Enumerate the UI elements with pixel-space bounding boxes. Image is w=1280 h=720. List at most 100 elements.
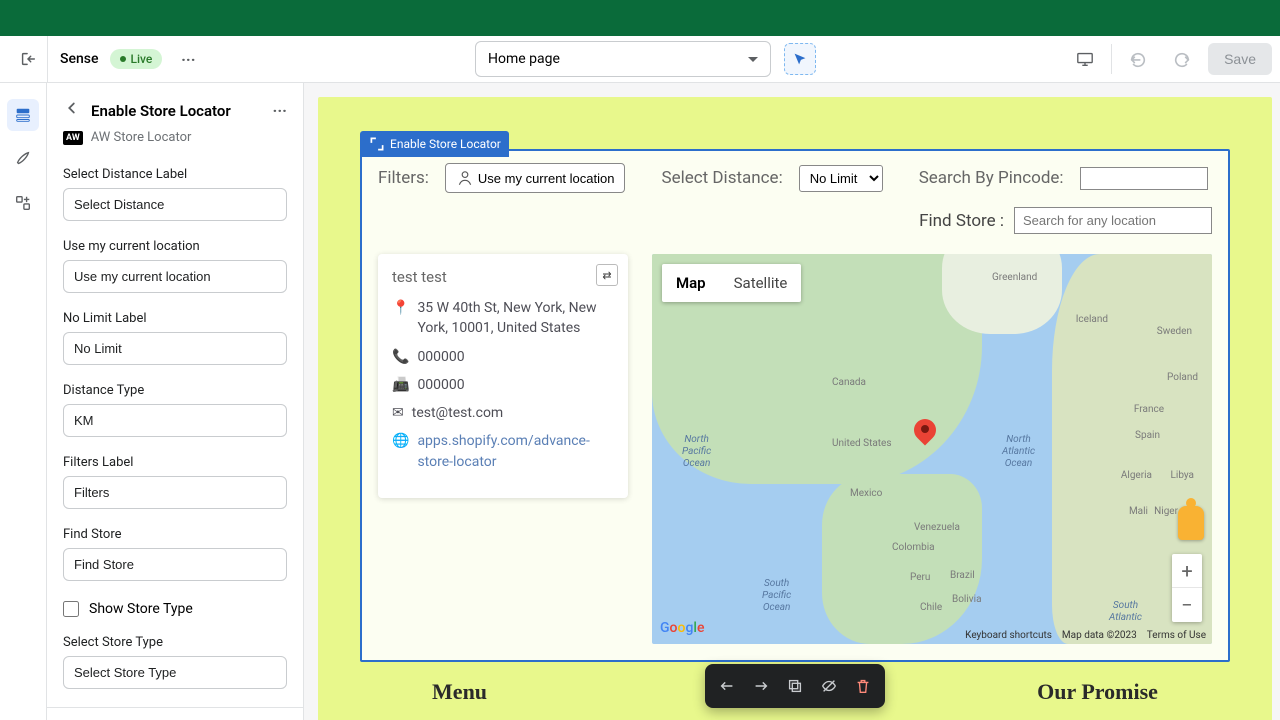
pincode-input[interactable] bbox=[1080, 167, 1208, 190]
redo-icon bbox=[1173, 50, 1191, 68]
store-locator-block[interactable]: Filters: Use my current location Select … bbox=[360, 149, 1230, 662]
input-select-store-type[interactable] bbox=[63, 656, 287, 689]
input-use-location[interactable] bbox=[63, 260, 287, 293]
duplicate-button[interactable] bbox=[779, 670, 811, 702]
find-store-label: Find Store : bbox=[919, 211, 1004, 231]
input-distance-type[interactable] bbox=[63, 404, 287, 437]
map-country-label: Greenland bbox=[992, 272, 1037, 283]
field-label-filters: Filters Label bbox=[63, 455, 287, 470]
map-zoom-in[interactable]: + bbox=[1172, 554, 1202, 588]
move-up-button[interactable] bbox=[711, 670, 743, 702]
cursor-icon bbox=[791, 50, 809, 68]
sidebar-title: Enable Store Locator bbox=[91, 102, 263, 120]
map-attribution: Keyboard shortcuts Map data ©2023 Terms … bbox=[965, 630, 1206, 641]
desktop-view-button[interactable] bbox=[1067, 41, 1103, 77]
map-marker[interactable] bbox=[914, 419, 936, 451]
save-button[interactable]: Save bbox=[1208, 43, 1272, 75]
map-country-label: Iceland bbox=[1076, 314, 1108, 325]
delete-button[interactable] bbox=[847, 670, 879, 702]
map-country-label: Bolivia bbox=[952, 594, 982, 605]
map-ocean-label: SouthAtlantic bbox=[1109, 600, 1142, 624]
map-country-label: Chile bbox=[920, 602, 942, 613]
google-logo: Google bbox=[660, 620, 704, 636]
block-selection-tag[interactable]: Enable Store Locator bbox=[360, 131, 509, 157]
sidebar-more-button[interactable]: ··· bbox=[273, 101, 287, 120]
map-container[interactable]: NorthPacificOcean NorthAtlanticOcean Sou… bbox=[652, 254, 1212, 644]
map-pegman[interactable] bbox=[1178, 506, 1204, 540]
keyboard-shortcuts-link[interactable]: Keyboard shortcuts bbox=[965, 630, 1052, 641]
eye-off-icon bbox=[820, 677, 838, 695]
input-no-limit-label[interactable] bbox=[63, 332, 287, 365]
map-country-label: Peru bbox=[910, 572, 930, 583]
back-button[interactable] bbox=[63, 99, 81, 122]
app-name-row: AW AW Store Locator bbox=[47, 130, 303, 159]
store-fax: 000000 bbox=[417, 375, 464, 395]
store-website-link[interactable]: apps.shopify.com/advance-store-locator bbox=[417, 431, 614, 472]
search-pincode-label: Search By Pincode: bbox=[919, 168, 1064, 188]
apps-icon bbox=[14, 194, 32, 212]
field-label-select-distance: Select Distance Label bbox=[63, 167, 287, 182]
input-filters-label[interactable] bbox=[63, 476, 287, 509]
globe-icon: 🌐 bbox=[392, 431, 409, 472]
expand-icon bbox=[368, 135, 386, 153]
find-store-input[interactable] bbox=[1014, 207, 1212, 234]
undo-button[interactable] bbox=[1120, 41, 1156, 77]
terms-link[interactable]: Terms of Use bbox=[1147, 630, 1206, 641]
remove-block-button[interactable]: Remove block bbox=[47, 707, 303, 720]
redo-button[interactable] bbox=[1164, 41, 1200, 77]
map-country-label: United States bbox=[832, 438, 892, 449]
email-icon: ✉ bbox=[392, 403, 404, 423]
sections-tab[interactable] bbox=[7, 99, 39, 131]
input-find-store[interactable] bbox=[63, 548, 287, 581]
map-type-map[interactable]: Map bbox=[662, 264, 720, 302]
field-label-find-store: Find Store bbox=[63, 527, 287, 542]
map-country-label: Mali bbox=[1129, 506, 1148, 517]
map-country-label: Algeria bbox=[1121, 470, 1152, 481]
hide-button[interactable] bbox=[813, 670, 845, 702]
move-down-button[interactable] bbox=[745, 670, 777, 702]
checkbox-show-store-type[interactable] bbox=[63, 601, 79, 617]
fax-icon: 📠 bbox=[392, 375, 409, 395]
map-ocean-label: NorthPacificOcean bbox=[682, 434, 711, 470]
field-label-use-location: Use my current location bbox=[63, 239, 287, 254]
map-type-satellite[interactable]: Satellite bbox=[720, 264, 802, 302]
map-pin-icon: 📍 bbox=[392, 298, 409, 339]
directions-button[interactable]: ⇄ bbox=[596, 264, 618, 286]
settings-sidebar: Enable Store Locator ··· AW AW Store Loc… bbox=[47, 83, 304, 720]
filters-label: Filters: bbox=[378, 168, 429, 188]
map-ocean-label: NorthAtlanticOcean bbox=[1002, 434, 1035, 470]
theme-settings-tab[interactable] bbox=[7, 143, 39, 175]
store-card[interactable]: ⇄ test test 📍35 W 40th St, New York, New… bbox=[378, 254, 628, 498]
input-select-distance-label[interactable] bbox=[63, 188, 287, 221]
page-selector[interactable]: Home page bbox=[475, 41, 771, 77]
phone-icon: 📞 bbox=[392, 347, 409, 367]
undo-icon bbox=[1129, 50, 1147, 68]
person-icon bbox=[456, 169, 474, 187]
desktop-icon bbox=[1076, 50, 1094, 68]
left-rail bbox=[0, 83, 47, 720]
map-country-label: Spain bbox=[1135, 430, 1160, 441]
app-embeds-tab[interactable] bbox=[7, 187, 39, 219]
paintbrush-icon bbox=[14, 150, 32, 168]
map-country-label: Niger bbox=[1154, 506, 1178, 517]
page-selector-label: Home page bbox=[488, 51, 560, 67]
store-address: 35 W 40th St, New York, New York, 10001,… bbox=[417, 298, 614, 339]
map-ocean-label: SouthPacificOcean bbox=[762, 578, 791, 614]
store-name: test test bbox=[392, 268, 614, 286]
map-country-label: France bbox=[1134, 404, 1164, 415]
exit-button[interactable] bbox=[8, 36, 48, 83]
map-zoom-out[interactable]: − bbox=[1172, 588, 1202, 622]
distance-select[interactable]: No Limit bbox=[799, 165, 883, 192]
app-logo-badge: AW bbox=[63, 131, 83, 145]
trash-icon bbox=[854, 677, 872, 695]
select-distance-label: Select Distance: bbox=[661, 168, 782, 188]
map-country-label: Sweden bbox=[1157, 326, 1192, 337]
map-country-label: Canada bbox=[832, 377, 866, 388]
footer-our-promise-heading: Our Promise bbox=[1037, 679, 1158, 705]
use-location-button[interactable]: Use my current location bbox=[445, 163, 626, 193]
header-more-button[interactable]: ··· bbox=[172, 43, 204, 75]
app-header: Sense Live ··· Home page Save bbox=[0, 36, 1280, 83]
field-label-select-store-type: Select Store Type bbox=[63, 635, 287, 650]
inspector-button[interactable] bbox=[784, 43, 816, 75]
field-label-distance-type: Distance Type bbox=[63, 383, 287, 398]
